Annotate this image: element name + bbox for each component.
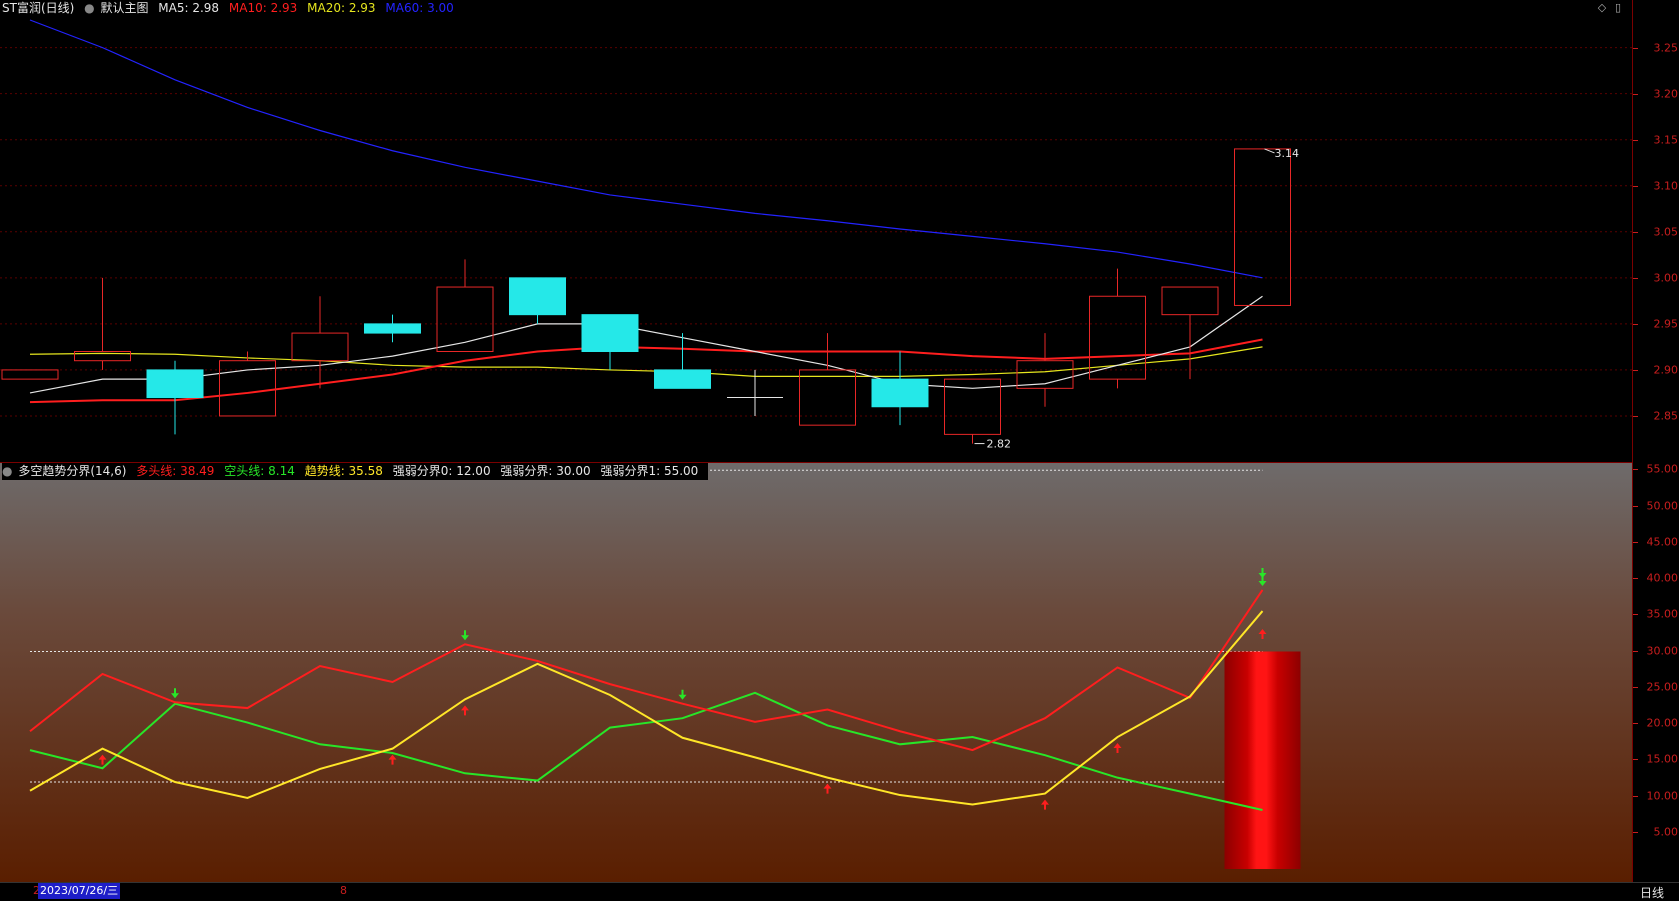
- price-tick-label: 2.95: [1653, 317, 1679, 331]
- candle-down-body: [146, 369, 204, 399]
- candle-up-body: [1234, 148, 1291, 306]
- indicator-tick-mark: [1633, 795, 1638, 797]
- indicator-tick-label: 5.00: [1653, 825, 1679, 839]
- indicator-tick-mark: [1633, 650, 1638, 652]
- indicator-tick-mark: [1633, 759, 1638, 761]
- indicator-legend: ● 多空趋势分界(14,6) 多头线: 38.49 空头线: 8.14 趋势线:…: [2, 463, 709, 480]
- price-tick-mark: [1633, 369, 1638, 371]
- ma60-line: [29, 19, 1263, 279]
- price-axis[interactable]: 3.25 3.20 3.15 3.10 3.05 3.00 2.95 2.90 2.85: [1632, 0, 1679, 462]
- price-tick-mark: [1633, 93, 1638, 95]
- boundary0-label: 强弱分界0: 12.00: [392, 464, 491, 478]
- candle-down-body: [581, 314, 639, 352]
- price-tick-label: 3.00: [1653, 271, 1679, 285]
- price-chart-panel[interactable]: ST富润(日线) ● 默认主图 MA5: 2.98 MA10: 2.93 MA2…: [0, 0, 1632, 462]
- indicator-menu-icon[interactable]: ●: [2, 464, 12, 478]
- price-tick-label: 3.10: [1653, 179, 1679, 193]
- indicator-tick-mark: [1633, 541, 1638, 543]
- price-tick-label: 2.90: [1653, 363, 1679, 377]
- candle-down-body: [509, 277, 566, 316]
- date-cursor-label: 2023/07/26/三: [38, 883, 121, 899]
- indicator-tick-label: 25.00: [1646, 680, 1679, 694]
- indicator-tick-label: 35.00: [1646, 607, 1679, 621]
- price-tick-mark: [1633, 415, 1638, 417]
- indicator-name[interactable]: 多空趋势分界(14,6): [18, 464, 126, 478]
- ma20-line: [29, 346, 1263, 377]
- low-price-label: 2.82: [987, 438, 1012, 451]
- indicator-tick-mark: [1633, 831, 1638, 833]
- indicator-chart-svg: [0, 463, 1632, 883]
- indicator-tick-label: 15.00: [1646, 752, 1679, 766]
- high-arrow: [1264, 148, 1275, 154]
- price-chart-svg: 3.14 2.82: [0, 19, 1632, 451]
- price-tick-mark: [1633, 185, 1638, 187]
- indicator-tick-label: 30.00: [1646, 644, 1679, 657]
- high-price-label: 3.14: [1275, 147, 1300, 160]
- indicator-axis[interactable]: 55.00 50.00 45.00 40.00 35.00 30.00 25.00 20.00…: [1632, 462, 1679, 882]
- indicator-tick-mark: [1633, 578, 1638, 579]
- candle-down-body: [364, 323, 421, 334]
- price-tick-mark: [1633, 277, 1638, 279]
- indicator-tick-mark: [1633, 614, 1638, 616]
- period-label[interactable]: 日线: [1640, 884, 1664, 901]
- candle-up-body: [291, 332, 349, 362]
- indicator-tick-label: 55.00: [1646, 462, 1679, 476]
- price-tick-label: 3.05: [1653, 225, 1679, 239]
- candle-down-body: [654, 369, 711, 389]
- price-tick-label: 3.15: [1653, 133, 1679, 147]
- indicator-tick-label: 50.00: [1646, 499, 1679, 512]
- month-mark: 8: [340, 884, 347, 897]
- ma5-line: [29, 295, 1263, 394]
- signal-bar: [1224, 651, 1301, 869]
- indicator-tick-mark: [1633, 686, 1638, 688]
- time-axis-bar[interactable]: 2 2023/07/26/三 8 日线: [0, 882, 1679, 900]
- indicator-panel[interactable]: ● 多空趋势分界(14,6) 多头线: 38.49 空头线: 8.14 趋势线:…: [0, 462, 1632, 883]
- indicator-tick-label: 45.00: [1646, 535, 1679, 549]
- price-tick-mark: [1633, 47, 1638, 49]
- price-tick-mark: [1633, 139, 1638, 141]
- indicator-background: [0, 463, 1632, 883]
- indicator-tick-mark: [1633, 723, 1638, 724]
- boundary-label: 强弱分界: 30.00: [500, 464, 591, 478]
- indicator-tick-label: 20.00: [1646, 716, 1679, 730]
- price-tick-label: 3.25: [1653, 41, 1679, 55]
- indicator-tick-label: 40.00: [1646, 571, 1679, 585]
- bull-line-label: 多头线: 38.49: [136, 464, 215, 478]
- price-tick-label: 3.20: [1653, 87, 1679, 101]
- price-tick-mark: [1633, 323, 1638, 325]
- indicator-tick-mark: [1633, 469, 1638, 471]
- candle-up-body: [1161, 286, 1219, 316]
- price-tick-mark: [1633, 231, 1638, 233]
- candle-up-body: [1, 369, 59, 380]
- candle-up-body: [799, 369, 856, 426]
- price-tick-label: 2.85: [1653, 409, 1679, 423]
- indicator-tick-mark: [1633, 505, 1638, 507]
- candle-down-body: [871, 378, 929, 408]
- bear-line-label: 空头线: 8.14: [224, 464, 295, 478]
- indicator-tick-label: 10.00: [1646, 789, 1679, 802]
- boundary1-label: 强弱分界1: 55.00: [600, 464, 699, 478]
- trend-line-label: 趋势线: 35.58: [304, 464, 383, 478]
